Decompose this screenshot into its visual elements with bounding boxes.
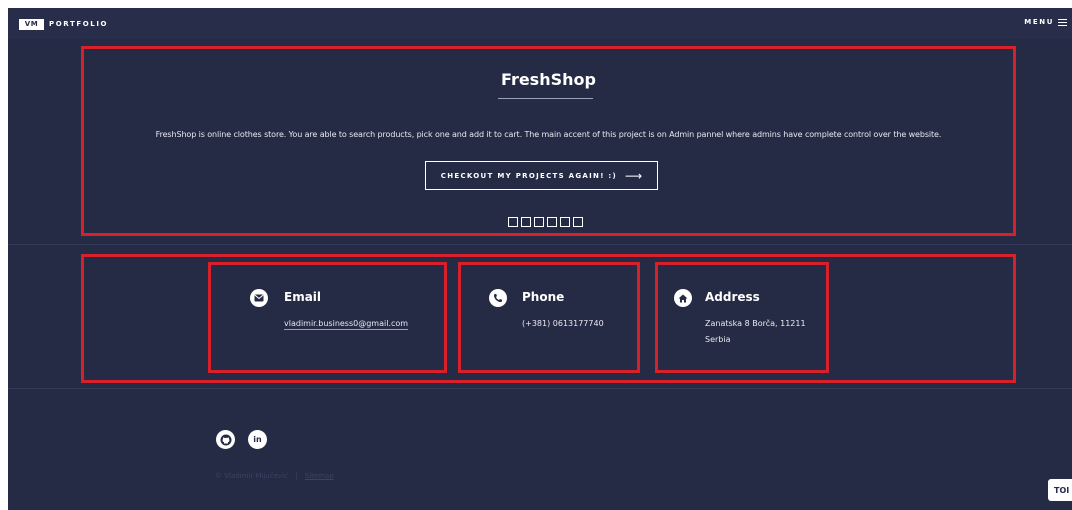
- top-nav-bar: VM PORTFOLIO MENU: [8, 8, 1072, 39]
- home-icon: [674, 289, 692, 307]
- project-description: FreshShop is online clothes store. You a…: [155, 130, 942, 139]
- scroll-to-top-button[interactable]: TOI: [1048, 479, 1072, 501]
- email-title: Email: [284, 290, 322, 304]
- slider-dot-5[interactable]: [560, 217, 570, 227]
- address-line-2: Serbia: [705, 335, 731, 344]
- project-slide: FreshShop FreshShop is online clothes st…: [81, 46, 1016, 236]
- section-divider: [8, 244, 1072, 245]
- phone-title: Phone: [522, 290, 565, 304]
- page: VM PORTFOLIO MENU FreshShop FreshShop is…: [8, 8, 1072, 510]
- phone-value[interactable]: (+381) 0613177740: [522, 316, 604, 332]
- copyright-text: © Vladimir Mijučević: [215, 472, 288, 480]
- linkedin-label: in: [253, 435, 262, 444]
- title-underline: [498, 98, 593, 99]
- envelope-icon: [250, 289, 268, 307]
- slider-dot-4[interactable]: [547, 217, 557, 227]
- section-divider: [8, 388, 1072, 389]
- slider-dot-6[interactable]: [573, 217, 583, 227]
- hamburger-icon: [1058, 18, 1067, 26]
- email-link[interactable]: vladimir.business0@gmail.com: [284, 319, 409, 330]
- slider-dot-2[interactable]: [521, 217, 531, 227]
- sitemap-link[interactable]: Sitemap: [305, 472, 334, 480]
- slider-pagination: [508, 217, 583, 227]
- address-value: Zanatska 8 Borča, 11211 Serbia: [705, 316, 806, 348]
- github-icon[interactable]: [216, 430, 235, 449]
- phone-icon: [489, 289, 507, 307]
- menu-button[interactable]: MENU: [1024, 18, 1067, 26]
- project-title: FreshShop: [501, 70, 596, 89]
- logo[interactable]: VM: [19, 19, 44, 30]
- footer-copyright: © Vladimir Mijučević | Sitemap: [215, 472, 334, 480]
- address-line-1: Zanatska 8 Borča, 11211: [705, 319, 806, 328]
- brand-name[interactable]: PORTFOLIO: [49, 19, 108, 30]
- checkout-projects-button[interactable]: CHECKOUT MY PROJECTS AGAIN! :) ⟶: [425, 161, 658, 190]
- menu-label: MENU: [1024, 18, 1054, 26]
- address-title: Address: [705, 290, 760, 304]
- checkout-button-label: CHECKOUT MY PROJECTS AGAIN! :): [440, 171, 618, 180]
- linkedin-icon[interactable]: in: [248, 430, 267, 449]
- email-value: vladimir.business0@gmail.com: [284, 316, 409, 332]
- slider-dot-1[interactable]: [508, 217, 518, 227]
- footer-separator: |: [295, 472, 298, 480]
- slider-dot-3[interactable]: [534, 217, 544, 227]
- arrow-right-icon: ⟶: [625, 168, 643, 183]
